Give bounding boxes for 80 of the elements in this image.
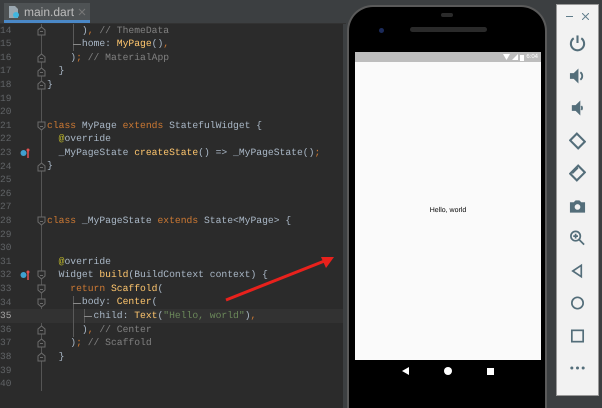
home-icon[interactable]: [444, 367, 452, 375]
line-number: 17: [0, 64, 12, 78]
rotate-icon[interactable]: [569, 164, 586, 182]
line-number: 19: [0, 92, 12, 106]
code-line: home: MyPage(),: [47, 38, 170, 52]
code-line: }: [58, 350, 64, 364]
code-line: @override: [58, 255, 111, 269]
line-number: 36: [0, 322, 12, 337]
line-number: 18: [0, 78, 12, 92]
line-number: 25: [0, 173, 12, 188]
fold-marker-icon[interactable]: [37, 352, 46, 362]
file-icon: [8, 4, 20, 18]
line-number: 26: [0, 186, 12, 201]
fold-marker-icon[interactable]: [37, 270, 46, 280]
fold-marker-icon[interactable]: [37, 298, 46, 308]
fold-marker-icon[interactable]: [37, 66, 46, 77]
code-line: ), // ThemeData: [47, 24, 170, 38]
code-line: body: Center(: [47, 296, 158, 310]
tree-guide: [70, 296, 82, 310]
code-line: child: Text("Hello, world"),: [47, 309, 256, 324]
fold-marker-icon[interactable]: [37, 52, 46, 63]
code-line: class _MyPageState extends State<MyPage> {: [47, 214, 292, 228]
fold-marker-icon[interactable]: [37, 120, 46, 131]
wifi-icon: [503, 54, 510, 60]
override-marker-icon[interactable]: [20, 270, 30, 280]
fold-marker-icon[interactable]: [37, 338, 46, 348]
editor-tab[interactable]: main.dart: [4, 3, 90, 23]
back-icon[interactable]: [402, 367, 410, 375]
line-number: 30: [0, 241, 12, 256]
signal-icon: [512, 54, 518, 60]
earpiece: [441, 13, 453, 17]
code-line: return Scaffold(: [69, 282, 164, 296]
line-number: 31: [0, 254, 12, 269]
camera-lens: [379, 28, 384, 33]
line-number: 14: [0, 24, 12, 38]
line-number: 16: [0, 50, 12, 65]
zoom-icon[interactable]: [569, 229, 586, 247]
code-line: @override: [58, 132, 111, 146]
line-number: 32: [0, 268, 12, 282]
close-icon[interactable]: [582, 12, 589, 20]
fold-marker-icon[interactable]: [37, 284, 46, 294]
overview-icon[interactable]: [569, 326, 586, 344]
override-marker-icon[interactable]: [20, 148, 30, 158]
fold-marker-icon[interactable]: [37, 324, 46, 335]
line-number: 35: [0, 309, 12, 324]
code-line: }: [47, 78, 53, 92]
fold-marker-icon[interactable]: [37, 80, 46, 90]
code-line: }: [47, 160, 53, 174]
line-number: 38: [0, 350, 12, 364]
code-line: _MyPageState createState() => _MyPageState();: [58, 146, 320, 160]
volume-down-icon[interactable]: [569, 99, 586, 117]
recents-icon[interactable]: [486, 368, 494, 374]
code-line: ), // Center: [47, 323, 152, 337]
line-number: 29: [0, 228, 12, 242]
tree-guide: [82, 309, 94, 324]
code-line: class MyPage extends StatefulWidget {: [47, 119, 262, 133]
line-number: 40: [0, 377, 12, 392]
line-number: 21: [0, 118, 12, 133]
rotate-icon[interactable]: [569, 132, 586, 150]
line-number: 15: [0, 37, 12, 52]
line-number: 39: [0, 364, 12, 378]
line-number: 34: [0, 296, 12, 310]
line-number: 27: [0, 200, 12, 214]
line-number: 20: [0, 105, 12, 120]
fold-marker-icon[interactable]: [37, 162, 46, 172]
line-number: 33: [0, 282, 12, 296]
line-number: 22: [0, 132, 12, 146]
power-icon[interactable]: [569, 34, 586, 52]
line-number: 24: [0, 160, 12, 174]
code-line: }: [58, 64, 64, 78]
fold-marker-icon[interactable]: [37, 216, 46, 226]
tree-guide: [70, 38, 82, 52]
fold-marker-icon[interactable]: [37, 26, 46, 36]
code-line: Widget build(BuildContext context) {: [58, 268, 268, 282]
line-number: 23: [0, 146, 12, 160]
code-line: ); // Scaffold: [69, 336, 152, 350]
line-number: 28: [0, 214, 12, 228]
line-number: 37: [0, 336, 12, 350]
volume-up-icon[interactable]: [569, 66, 586, 84]
code-line: ); // MaterialApp: [69, 51, 170, 65]
